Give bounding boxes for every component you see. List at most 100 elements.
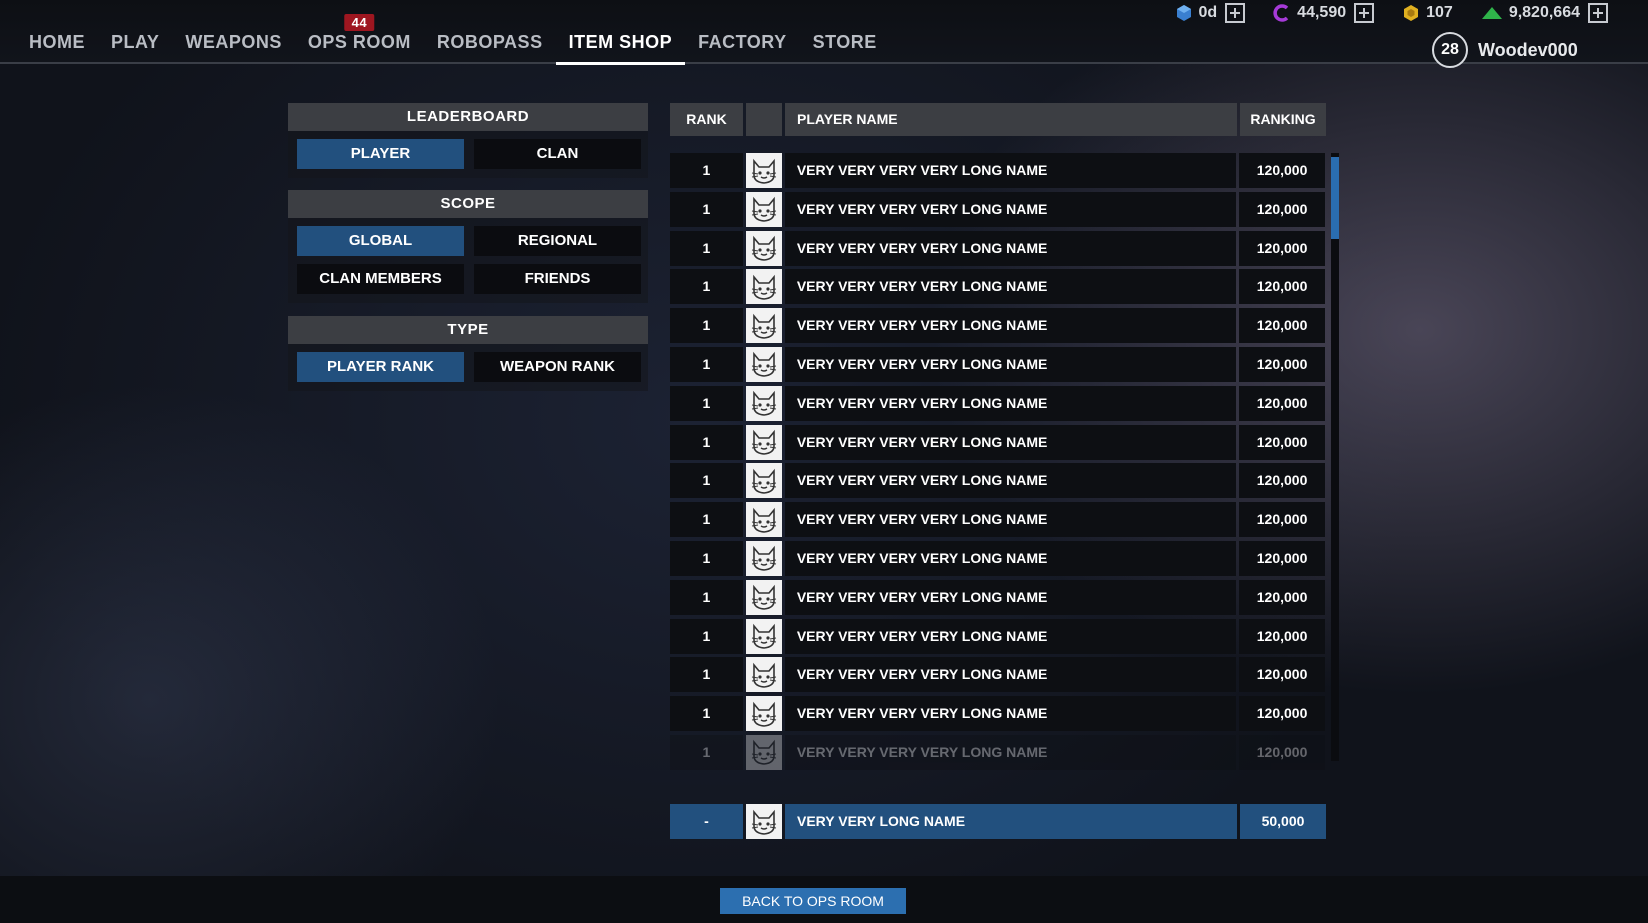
avatar: [745, 308, 782, 344]
cat-avatar-icon: [751, 158, 776, 184]
nav-robopass[interactable]: ROBOPASS: [424, 29, 556, 62]
avatar: [745, 579, 782, 615]
ranking-cell: 120,000: [1239, 540, 1325, 576]
rank-cell: 1: [670, 618, 743, 654]
leaderboard-list[interactable]: 1 VERY VERY VERY VERY LONG NAME 120,000 1 VE…: [670, 153, 1325, 771]
currency-green: 9,820,664: [1481, 3, 1608, 23]
player-name-cell: VERY VERY VERY VERY LONG NAME: [784, 385, 1237, 421]
avatar: [745, 269, 782, 305]
ranking-column-header: RANKING: [1240, 103, 1326, 136]
leaderboard-title: LEADERBOARD: [288, 103, 648, 131]
scroll-thumb[interactable]: [1331, 157, 1339, 239]
nav-store[interactable]: STORE: [800, 29, 890, 62]
add-coin-button[interactable]: [1354, 3, 1375, 23]
avatar: [745, 385, 782, 421]
avatar-column-header: [746, 103, 782, 136]
profile[interactable]: 28 Woodev000: [1432, 32, 1578, 68]
own-player-name: VERY VERY LONG NAME: [785, 804, 1237, 839]
table-row[interactable]: 1 VERY VERY VERY VERY LONG NAME 120,000: [670, 346, 1325, 382]
ranking-cell: 120,000: [1239, 502, 1325, 538]
cat-avatar-icon: [751, 623, 776, 649]
ranking-cell: 120,000: [1239, 385, 1325, 421]
clan-members-scope-button[interactable]: CLAN MEMBERS: [297, 264, 464, 294]
cat-avatar-icon: [751, 546, 776, 572]
rank-cell: 1: [670, 734, 743, 770]
scrollbar[interactable]: [1331, 153, 1339, 761]
ranking-cell: 120,000: [1239, 579, 1325, 615]
ranking-cell: 120,000: [1239, 424, 1325, 460]
nav-play[interactable]: PLAY: [98, 29, 172, 62]
rank-cell: 1: [670, 424, 743, 460]
nav-label: ITEM SHOP: [568, 32, 673, 52]
own-rank-row: - VERY VERY LONG NAME 50,000: [670, 804, 1326, 839]
table-row[interactable]: 1 VERY VERY VERY VERY LONG NAME 120,000: [670, 618, 1325, 654]
player-name-cell: VERY VERY VERY VERY LONG NAME: [784, 153, 1237, 188]
player-name-cell: VERY VERY VERY VERY LONG NAME: [784, 540, 1237, 576]
table-row[interactable]: 1 VERY VERY VERY VERY LONG NAME 120,000: [670, 153, 1325, 188]
add-cube-button[interactable]: [1225, 3, 1246, 23]
table-row[interactable]: 1 VERY VERY VERY VERY LONG NAME 120,000: [670, 269, 1325, 305]
nav-label: HOME: [29, 32, 85, 52]
table-row[interactable]: 1 VERY VERY VERY VERY LONG NAME 120,000: [670, 230, 1325, 266]
currency-coin: 44,590: [1273, 3, 1375, 23]
weapon-rank-button[interactable]: WEAPON RANK: [474, 352, 641, 382]
avatar: [745, 346, 782, 382]
table-row[interactable]: 1 VERY VERY VERY VERY LONG NAME 120,000: [670, 657, 1325, 693]
player-name-column-header: PLAYER NAME: [785, 103, 1237, 136]
nav-home[interactable]: HOME: [16, 29, 98, 62]
nav-factory[interactable]: FACTORY: [685, 29, 800, 62]
player-leaderboard-button[interactable]: PLAYER: [297, 139, 464, 169]
cat-avatar-icon: [751, 235, 776, 261]
nav-ops-room[interactable]: 44 OPS ROOM: [295, 14, 424, 62]
friends-scope-button[interactable]: FRIENDS: [474, 264, 641, 294]
green-triangle-icon: [1481, 7, 1502, 19]
ranking-cell: 120,000: [1239, 463, 1325, 499]
currency-gold: 107: [1402, 4, 1453, 22]
player-name-cell: VERY VERY VERY VERY LONG NAME: [784, 734, 1237, 770]
player-name-cell: VERY VERY VERY VERY LONG NAME: [784, 579, 1237, 615]
ranking-cell: 120,000: [1239, 657, 1325, 693]
regional-scope-button[interactable]: REGIONAL: [474, 226, 641, 256]
table-row[interactable]: 1 VERY VERY VERY VERY LONG NAME 120,000: [670, 308, 1325, 344]
table-row[interactable]: 1 VERY VERY VERY VERY LONG NAME 120,000: [670, 502, 1325, 538]
scope-panel: SCOPE GLOBAL REGIONAL CLAN MEMBERS FRIEN…: [288, 190, 648, 303]
table-row[interactable]: 1 VERY VERY VERY VERY LONG NAME 120,000: [670, 424, 1325, 460]
rank-cell: 1: [670, 269, 743, 305]
table-row[interactable]: 1 VERY VERY VERY VERY LONG NAME 120,000: [670, 696, 1325, 732]
type-panel: TYPE PLAYER RANK WEAPON RANK: [288, 316, 648, 391]
back-to-ops-room-button[interactable]: BACK TO OPS ROOM: [720, 888, 906, 914]
rank-cell: 1: [670, 540, 743, 576]
avatar: [745, 696, 782, 732]
table-row[interactable]: 1 VERY VERY VERY VERY LONG NAME 120,000: [670, 191, 1325, 227]
global-scope-button[interactable]: GLOBAL: [297, 226, 464, 256]
ranking-cell: 120,000: [1239, 308, 1325, 344]
player-name-cell: VERY VERY VERY VERY LONG NAME: [784, 463, 1237, 499]
player-name-cell: VERY VERY VERY VERY LONG NAME: [784, 618, 1237, 654]
table-row[interactable]: 1 VERY VERY VERY VERY LONG NAME 120,000: [670, 734, 1325, 770]
own-ranking-score: 50,000: [1240, 804, 1326, 839]
player-name-cell: VERY VERY VERY VERY LONG NAME: [784, 424, 1237, 460]
avatar: [745, 230, 782, 266]
nav-label: STORE: [812, 32, 877, 52]
avatar: [745, 424, 782, 460]
table-header: RANK PLAYER NAME RANKING: [670, 103, 1326, 136]
table-row[interactable]: 1 VERY VERY VERY VERY LONG NAME 120,000: [670, 540, 1325, 576]
avatar: [745, 502, 782, 538]
player-name-cell: VERY VERY VERY VERY LONG NAME: [784, 230, 1237, 266]
table-row[interactable]: 1 VERY VERY VERY VERY LONG NAME 120,000: [670, 579, 1325, 615]
player-name-cell: VERY VERY VERY VERY LONG NAME: [784, 502, 1237, 538]
player-name-cell: VERY VERY VERY VERY LONG NAME: [784, 191, 1237, 227]
c-coin-icon: [1273, 4, 1289, 22]
ranking-cell: 120,000: [1239, 269, 1325, 305]
scope-title: SCOPE: [288, 190, 648, 218]
currency-cube: 0d: [1175, 3, 1246, 23]
player-name-cell: VERY VERY VERY VERY LONG NAME: [784, 696, 1237, 732]
table-row[interactable]: 1 VERY VERY VERY VERY LONG NAME 120,000: [670, 385, 1325, 421]
nav-weapons[interactable]: WEAPONS: [172, 29, 295, 62]
clan-leaderboard-button[interactable]: CLAN: [474, 139, 641, 169]
player-rank-button[interactable]: PLAYER RANK: [297, 352, 464, 382]
cat-avatar-icon: [751, 701, 776, 727]
table-row[interactable]: 1 VERY VERY VERY VERY LONG NAME 120,000: [670, 463, 1325, 499]
add-green-button[interactable]: [1588, 3, 1608, 23]
nav-item-shop[interactable]: ITEM SHOP: [555, 29, 686, 65]
